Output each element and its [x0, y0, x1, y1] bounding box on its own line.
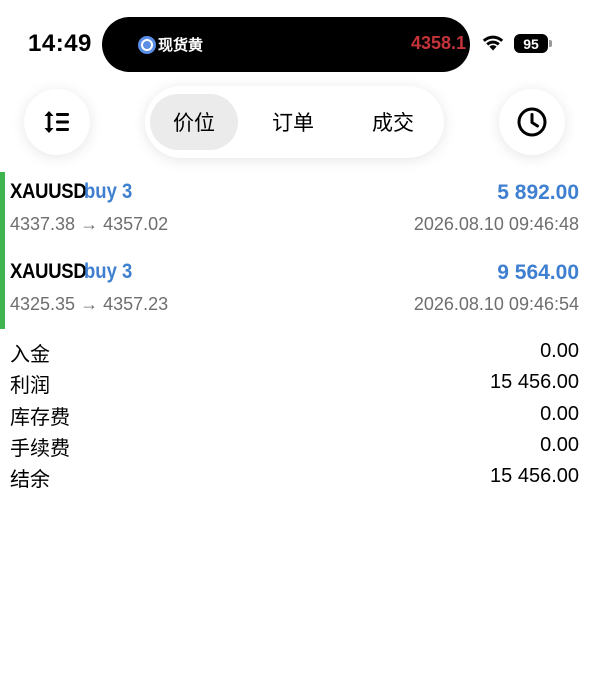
summary-value: 15 456.00 [490, 465, 579, 487]
position-side-volume: buy 3 [84, 260, 133, 283]
summary-label: 手续费 [10, 436, 70, 460]
dynamic-island-live-activity[interactable]: 现货黄 4358.1 [102, 17, 470, 72]
tab-positions[interactable]: 价位 [150, 94, 238, 150]
summary-value: 0.00 [540, 340, 579, 362]
summary-label: 入金 [10, 342, 50, 366]
summary-row-deposit: 入金 0.00 [0, 336, 589, 367]
wifi-icon [482, 35, 504, 51]
status-clock: 14:49 [28, 30, 92, 57]
position-side-volume: buy 3 [84, 180, 133, 203]
summary-label: 利润 [10, 373, 50, 397]
position-price-range: 4325.35 → 4357.23 [10, 294, 169, 314]
status-bar: 14:49 现货黄 4358.1 95 [0, 0, 589, 80]
summary-label: 结余 [10, 467, 50, 491]
position-time: 2026.08.10 09:46:48 [413, 214, 579, 234]
app-logo-icon [138, 36, 156, 54]
clock-icon [517, 107, 547, 137]
position-symbol: XAUUSD [10, 260, 87, 283]
summary-value: 15 456.00 [490, 371, 579, 393]
position-row[interactable]: XAUUSD buy 3 9 564.00 4325.35 → 4357.23 … [0, 252, 589, 324]
live-activity-app-name: 现货黄 [158, 36, 204, 54]
battery-level: 95 [523, 35, 539, 52]
sort-icon [44, 111, 69, 133]
live-activity-price: 4358.1 [410, 33, 466, 53]
battery-indicator: 95 [514, 34, 548, 53]
summary-row-commission: 手续费 0.00 [0, 430, 589, 461]
summary-value: 0.00 [540, 434, 579, 456]
tab-orders[interactable]: 订单 [249, 94, 337, 150]
position-profit: 9 564.00 [497, 261, 579, 284]
summary-row-profit: 利润 15 456.00 [0, 367, 589, 398]
history-period-button[interactable] [499, 89, 565, 155]
summary-label: 库存费 [10, 405, 70, 429]
battery-tip [549, 40, 552, 47]
position-time: 2026.08.10 09:46:54 [413, 294, 579, 314]
position-profit: 5 892.00 [497, 181, 579, 204]
sort-button[interactable] [24, 89, 90, 155]
trade-history-screen: 14:49 现货黄 4358.1 95 价位 订单 成交 XAUUSD buy … [0, 0, 589, 695]
summary-row-balance: 结余 15 456.00 [0, 461, 589, 492]
view-segmented-control: 价位 订单 成交 [145, 86, 444, 158]
position-symbol: XAUUSD [10, 180, 87, 203]
tab-deals[interactable]: 成交 [349, 94, 437, 150]
position-price-range: 4337.38 → 4357.02 [10, 214, 169, 234]
summary-value: 0.00 [540, 403, 579, 425]
position-row[interactable]: XAUUSD buy 3 5 892.00 4337.38 → 4357.02 … [0, 172, 589, 244]
summary-row-swap: 库存费 0.00 [0, 399, 589, 430]
